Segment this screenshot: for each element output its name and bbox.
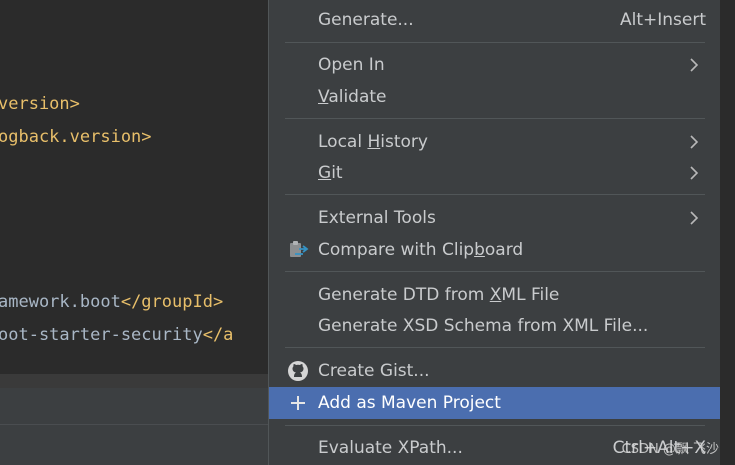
code-line-1: version> — [0, 94, 80, 114]
menu-item-label: Add as Maven Project — [318, 393, 501, 413]
github-icon — [288, 361, 308, 381]
mnemonic: G — [318, 163, 332, 183]
plus-icon — [291, 396, 305, 410]
menu-item-label: Git — [318, 163, 343, 183]
label-pre: Local — [318, 132, 368, 152]
menu-item-compare-clipboard[interactable]: Compare with Clipboard — [269, 234, 720, 266]
mnemonic: V — [318, 87, 329, 107]
menu-item-label: Validate — [318, 87, 387, 107]
code-editor[interactable]: version> ogback.version> amework.boot</g… — [0, 0, 268, 465]
menu-item-generate[interactable]: Generate... Alt+Insert — [269, 4, 720, 36]
horizontal-scrollbar[interactable] — [0, 374, 268, 388]
menu-item-shortcut: Alt+Insert — [619, 10, 706, 30]
label-pre: Compare with Clip — [318, 240, 475, 260]
menu-item-add-maven-project[interactable]: Add as Maven Project — [269, 387, 720, 419]
watermark: CSDN @飘 飞沙 — [621, 442, 719, 457]
menu-item-label: External Tools — [318, 208, 436, 228]
mnemonic: H — [367, 132, 381, 152]
menu-item-open-in[interactable]: Open In — [269, 49, 720, 81]
menu-separator — [285, 347, 705, 348]
menu-item-create-gist[interactable]: Create Gist... — [269, 355, 720, 387]
menu-item-label: Generate... — [318, 10, 414, 30]
code-line-2: ogback.version> — [0, 127, 152, 147]
compare-clipboard-icon — [290, 241, 309, 257]
chevron-right-icon — [690, 211, 699, 225]
mnemonic: b — [474, 240, 485, 260]
menu-separator — [285, 425, 705, 426]
code-tag: version> — [0, 94, 80, 114]
context-menu: Generate... Alt+Insert Open In Validate … — [268, 0, 720, 465]
menu-separator — [285, 118, 705, 119]
menu-item-local-history[interactable]: Local History — [269, 126, 720, 158]
code-tag: </a — [202, 325, 234, 345]
code-line-4: oot-starter-security</a — [0, 325, 233, 345]
menu-item-generate-dtd[interactable]: Generate DTD from XML File — [269, 279, 720, 311]
label-post: it — [331, 163, 343, 183]
menu-item-label: Local History — [318, 132, 428, 152]
menu-item-label: Create Gist... — [318, 361, 430, 381]
editor-right-strip — [720, 0, 735, 465]
menu-separator — [285, 194, 705, 195]
menu-item-validate[interactable]: Validate — [269, 81, 720, 113]
label-post: oard — [484, 240, 524, 260]
menu-item-label: Compare with Clipboard — [318, 240, 523, 260]
label-pre: Generate DTD from — [318, 285, 490, 305]
menu-item-label: Generate DTD from XML File — [318, 285, 559, 305]
code-text: oot-starter-security — [0, 325, 203, 345]
menu-item-label: Generate XSD Schema from XML File... — [318, 316, 649, 336]
divider — [0, 424, 268, 425]
chevron-right-icon — [690, 166, 699, 180]
menu-item-git[interactable]: Git — [269, 157, 720, 189]
label-post: istory — [380, 132, 428, 152]
tool-window-area — [0, 388, 268, 465]
menu-item-generate-xsd[interactable]: Generate XSD Schema from XML File... — [269, 310, 720, 342]
menu-item-label: Open In — [318, 55, 385, 75]
label-post: alidate — [328, 87, 387, 107]
label-post: ML File — [501, 285, 560, 305]
menu-item-label: Evaluate XPath... — [318, 438, 463, 458]
code-text: amework.boot — [0, 292, 121, 312]
chevron-right-icon — [690, 135, 699, 149]
code-tag: ogback.version> — [0, 127, 152, 147]
mnemonic: X — [489, 285, 502, 305]
chevron-right-icon — [690, 58, 699, 72]
menu-item-external-tools[interactable]: External Tools — [269, 202, 720, 234]
menu-separator — [285, 271, 705, 272]
code-line-3: amework.boot</groupId> — [0, 292, 223, 312]
code-tag: </groupId> — [120, 292, 224, 312]
menu-separator — [285, 42, 705, 43]
